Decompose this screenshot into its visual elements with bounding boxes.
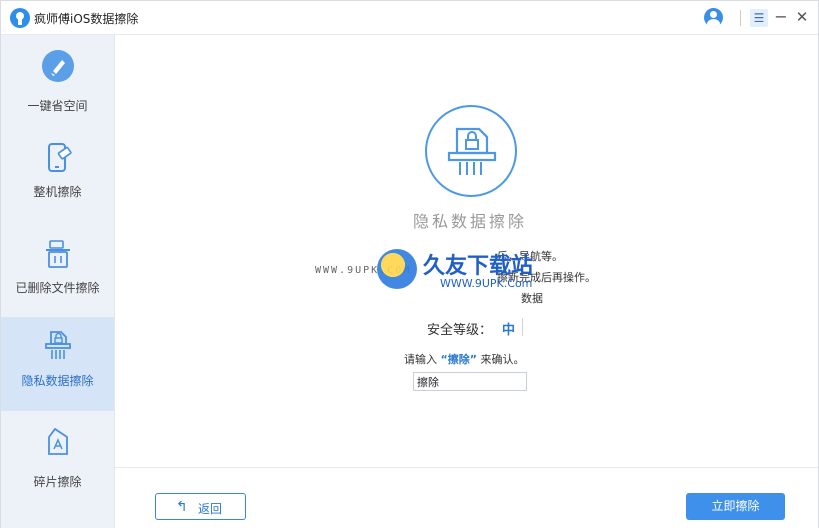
fragment-icon	[48, 427, 68, 455]
erase-now-button[interactable]: 立即擦除	[686, 493, 785, 520]
sidebar-item-full-erase[interactable]: 整机擦除	[1, 129, 114, 223]
title-bar: 疯师傅iOS数据擦除 ☰ − ✕	[1, 1, 818, 35]
sidebar-item-fragment-erase[interactable]: 碎片擦除	[1, 411, 114, 505]
back-arrow-icon: ↰	[176, 499, 188, 515]
privacy-shred-icon	[447, 127, 497, 175]
minimize-button[interactable]: −	[774, 7, 788, 27]
watermark-url: WWW.9UPK.Com	[440, 277, 533, 290]
sidebar-item-label: 一键省空间	[27, 99, 88, 113]
security-level-divider	[522, 318, 523, 336]
watermark: WWW.9UPK.COM 久友下载站 WWW.9UPK.Com	[315, 239, 615, 309]
confirm-instruction: 请输入 “擦除” 来确认。	[404, 351, 524, 367]
app-logo-icon	[10, 8, 30, 28]
app-window: 疯师傅iOS数据擦除 ☰ − ✕ 一键省空间 整机擦除 已删除文件擦除 隐私数据…	[0, 0, 819, 528]
sidebar-item-label: 整机擦除	[33, 185, 82, 199]
menu-button[interactable]: ☰	[750, 9, 768, 27]
security-level-value[interactable]: 中	[502, 319, 515, 338]
security-level-label: 安全等级：	[427, 323, 493, 338]
user-account-icon[interactable]	[704, 8, 723, 27]
confirm-keyword: “擦除”	[440, 353, 477, 366]
broom-icon	[42, 50, 74, 82]
phone-erase-icon	[48, 143, 72, 172]
watermark-name: 久友下载站	[423, 254, 534, 279]
sidebar-item-label: 已删除文件擦除	[15, 281, 100, 295]
close-button[interactable]: ✕	[795, 7, 809, 27]
back-button-label: 返回	[198, 502, 223, 516]
sidebar-item-privacy-erase[interactable]: 隐私数据擦除	[1, 317, 114, 411]
sidebar: 一键省空间 整机擦除 已删除文件擦除 隐私数据擦除 碎片擦除	[1, 35, 115, 528]
footer-bar: ↰ 返回 立即擦除	[115, 467, 818, 528]
titlebar-divider	[740, 10, 741, 26]
privacy-shred-icon	[45, 331, 71, 359]
sidebar-item-label: 碎片擦除	[33, 475, 82, 489]
confirm-suffix: 来确认。	[480, 353, 525, 366]
trash-icon	[46, 240, 70, 268]
confirm-input[interactable]	[413, 372, 527, 391]
watermark-logo-icon	[377, 249, 417, 289]
sidebar-item-free-space[interactable]: 一键省空间	[1, 35, 114, 129]
back-button[interactable]: ↰ 返回	[155, 493, 246, 520]
confirm-prefix: 请输入	[404, 353, 437, 366]
privacy-shred-hero-icon	[425, 105, 517, 197]
main-content: 隐私数据擦除 乐，导航等。 擦新完成后再操作。 数据 WWW.9UPK.COM …	[115, 35, 818, 467]
section-title: 隐私数据擦除	[412, 212, 527, 231]
sidebar-item-label: 隐私数据擦除	[21, 374, 94, 388]
sidebar-item-deleted-files[interactable]: 已删除文件擦除	[1, 223, 114, 317]
app-title: 疯师傅iOS数据擦除	[34, 12, 139, 26]
